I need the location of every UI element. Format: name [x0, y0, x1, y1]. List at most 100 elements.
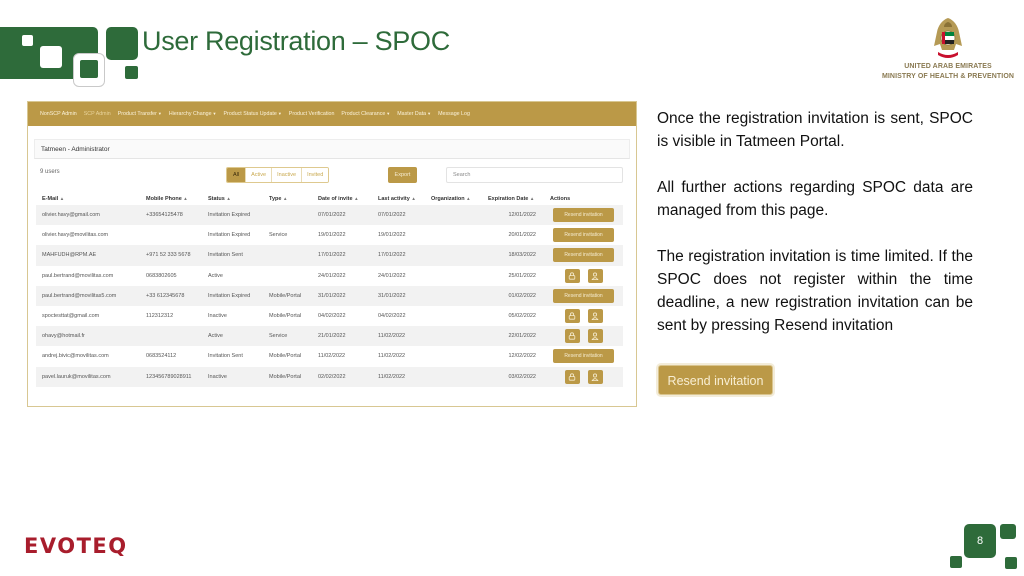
header-logo-square: [80, 60, 98, 78]
column-header-last-activity[interactable]: Last activity ▲︎: [372, 192, 425, 205]
column-header-status[interactable]: Status ▲︎: [202, 192, 263, 205]
column-header-date-of-invite[interactable]: Date of invite ▲︎: [312, 192, 372, 205]
cell-expiry: 01/02/2022: [482, 285, 544, 306]
cell-org: [425, 366, 482, 387]
cell-last: 04/02/2022: [378, 313, 406, 320]
cell-last: 19/01/2022: [378, 232, 406, 239]
caret-down-icon: ▼: [212, 111, 217, 116]
cell-invite: 24/01/2022: [318, 272, 346, 279]
column-header-email[interactable]: E-Mail ▲︎: [36, 192, 140, 205]
filter-all[interactable]: All: [227, 168, 246, 182]
cell-last: 07/01/2022: [372, 205, 425, 226]
resend-invitation-button[interactable]: Resend invitation: [553, 248, 614, 263]
nav-item-product-clearance[interactable]: Product Clearance▼: [341, 111, 390, 117]
evoteq-logo: EVOTEQ: [24, 534, 128, 558]
cell-last: 11/02/2022: [378, 353, 406, 360]
cell-type: Mobile/Portal: [269, 353, 302, 360]
cell-org: [425, 326, 482, 347]
cell-type: Mobile/Portal: [263, 366, 312, 387]
resend-invitation-button[interactable]: Resend invitation: [553, 228, 614, 243]
nav-item-hierarchy-change[interactable]: Hierarchy Change▼: [169, 111, 217, 117]
cell-org: [425, 346, 482, 366]
user-icon[interactable]: [587, 369, 603, 384]
user-icon[interactable]: [587, 268, 603, 283]
cell-actions: Resend invitation: [544, 225, 623, 245]
resend-invitation-button-example[interactable]: Resend invitation: [658, 365, 773, 395]
cell-phone: +33 612345678: [140, 285, 202, 306]
resend-invitation-button[interactable]: Resend invitation: [553, 208, 614, 223]
footer-decor-square: [1000, 524, 1016, 539]
explanation-paragraph-3: The registration invitation is time limi…: [657, 248, 973, 334]
cell-expiry: 03/02/2022: [482, 366, 544, 387]
lock-icon[interactable]: [564, 268, 580, 283]
page-title: User Registration – SPOC: [142, 26, 450, 56]
cell-org: [425, 306, 482, 326]
cell-status: Active: [208, 272, 223, 279]
nav-item-product-status-update[interactable]: Product Status Update▼: [224, 111, 282, 117]
export-button[interactable]: Export: [388, 167, 417, 183]
cell-type: [263, 266, 312, 286]
cell-email: spoctesttat@gmail.com: [42, 313, 100, 320]
resend-invitation-button[interactable]: Resend invitation: [553, 288, 614, 303]
filter-inactive[interactable]: Inactive: [271, 168, 302, 182]
cell-last: 24/01/2022: [378, 272, 406, 279]
cell-status: Invitation Expired: [202, 285, 263, 306]
footer-decor-square: [950, 556, 962, 568]
cell-expiry: 20/01/2022: [508, 232, 536, 239]
cell-status: Active: [202, 326, 263, 347]
cell-email: MAHFUDH@RPM.AE: [36, 245, 140, 266]
table-row: MAHFUDH@RPM.AE +971 52 333 5678 Invitation…: [36, 245, 623, 266]
user-icon[interactable]: [587, 329, 603, 344]
status-filter-group: All Active Inactive Invited: [226, 167, 330, 183]
cell-status: Invitation Sent: [208, 353, 243, 360]
cell-last: 17/01/2022: [372, 245, 425, 266]
resend-invitation-button[interactable]: Resend invitation: [553, 349, 614, 364]
cell-actions: [544, 326, 623, 347]
lock-icon[interactable]: [564, 369, 580, 384]
nav-item-message-log[interactable]: Message Log: [438, 111, 470, 117]
portal-navbar: NonSCP Admin SCP Admin Product Transfer▼ Hi…: [28, 102, 636, 126]
cell-last: 11/02/2022: [372, 366, 425, 387]
cell-expiry: 18/03/2022: [482, 245, 544, 266]
nav-item-scp-admin[interactable]: SCP Admin: [84, 111, 111, 117]
page-number: 8: [964, 524, 996, 558]
explanation-paragraph-1: Once the registration invitation is sent…: [657, 110, 973, 150]
column-header-type[interactable]: Type ▲︎: [263, 192, 312, 205]
cell-invite: 04/02/2022: [318, 313, 346, 320]
cell-type: Service: [269, 232, 288, 239]
cell-email: andrej.bivic@movilitas.com: [42, 353, 109, 360]
column-header-mobile-phone[interactable]: Mobile Phone ▲︎: [140, 192, 202, 205]
section-title: Tatmeen - Administrator: [34, 139, 630, 159]
cell-actions: [544, 266, 623, 286]
user-icon[interactable]: [587, 309, 603, 324]
cell-org: [425, 266, 482, 286]
sort-icon: ▲︎: [282, 195, 288, 201]
cell-invite: 19/01/2022: [318, 232, 346, 239]
search-input[interactable]: [446, 167, 623, 183]
cell-email: olivier.havy@gmail.com: [36, 205, 140, 226]
column-header-expiration-date[interactable]: Expiration Date ▲︎: [482, 192, 544, 205]
cell-email: paul.bertrand@movilitas5.com: [36, 285, 140, 306]
cell-actions: [544, 306, 623, 326]
cell-status: Inactive: [208, 313, 227, 320]
nav-item-product-transfer[interactable]: Product Transfer▼: [118, 111, 162, 117]
nav-item-nonscp-admin[interactable]: NonSCP Admin: [40, 111, 77, 117]
footer-decor-square: [1005, 557, 1017, 569]
nav-item-master-data[interactable]: Master Data▼: [397, 111, 431, 117]
filter-active[interactable]: Active: [245, 168, 272, 182]
nav-item-product-verification[interactable]: Product Verification: [289, 111, 335, 117]
sort-icon: ▲︎: [59, 195, 65, 201]
cell-org: [425, 285, 482, 306]
cell-phone: 0683524112: [146, 353, 177, 360]
cell-invite: 31/01/2022: [312, 285, 372, 306]
column-header-organization[interactable]: Organization ▲︎: [425, 192, 482, 205]
cell-invite: 21/01/2022: [312, 326, 372, 347]
cell-type: Service: [263, 326, 312, 347]
lock-icon[interactable]: [564, 309, 580, 324]
cell-last: 31/01/2022: [372, 285, 425, 306]
column-header-actions: Actions: [550, 195, 571, 202]
cell-status: Inactive: [202, 366, 263, 387]
cell-expiry: 22/01/2022: [482, 326, 544, 347]
filter-invited[interactable]: Invited: [301, 168, 329, 182]
lock-icon[interactable]: [564, 329, 580, 344]
